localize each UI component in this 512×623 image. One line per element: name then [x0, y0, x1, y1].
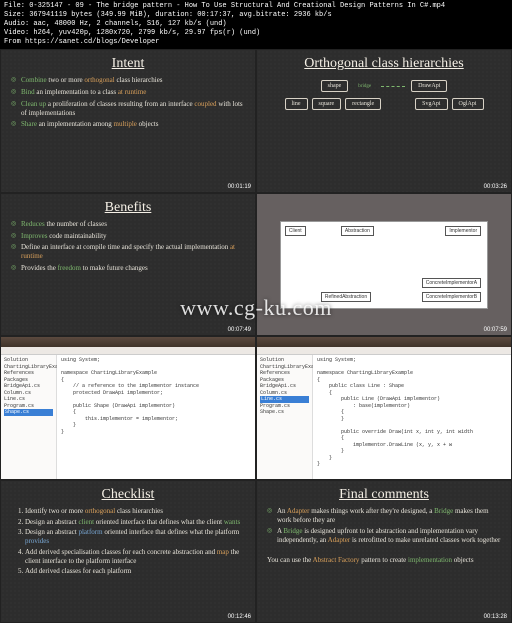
slide-title: Intent	[11, 56, 245, 72]
bullet: Improves code maintainability	[11, 232, 245, 241]
meta-audio: Audio: aac, 48000 Hz, 2 channels, S16, 1…	[4, 20, 508, 29]
slide-ide-shape: Solution ChartingLibraryExam References …	[0, 336, 256, 480]
box-drawapi: DrawApi	[411, 80, 447, 92]
bullet: Clean up a proliferation of classes resu…	[11, 100, 245, 118]
bullet-list: Combine two or more orthogonal class hie…	[11, 76, 245, 129]
bullet: Reduces the number of classes	[11, 220, 245, 229]
ide-titlebar	[1, 337, 255, 347]
timestamp: 00:10:12	[484, 471, 507, 477]
meta-video: Video: h264, yuv420p, 1280x720, 2799 kb/…	[4, 29, 508, 38]
slide-checklist: Checklist Identify two or more orthogona…	[0, 480, 256, 623]
solution-explorer: Solution ChartingLibraryExam References …	[1, 355, 57, 479]
list-item: Identify two or more orthogonal class hi…	[25, 507, 245, 516]
uml-concrete-a: ConcreteImplementorA	[422, 278, 481, 288]
timestamp: 00:03:26	[484, 184, 507, 190]
tree-item[interactable]: Shape.cs	[260, 409, 309, 416]
box-shape: shape	[321, 80, 349, 92]
meta-from: From https://sanet.cd/blogs/Developer	[4, 38, 508, 47]
list-item: Add derived specialisation classes for e…	[25, 548, 245, 566]
slide-title: Final comments	[267, 487, 501, 503]
bullet: Share an implementation among multiple o…	[11, 120, 245, 129]
thumbnail-grid: Intent Combine two or more orthogonal cl…	[0, 49, 512, 623]
box-line: line	[285, 98, 308, 110]
bridge-arrow	[381, 86, 405, 87]
box-svgapi: SvgApi	[415, 98, 447, 110]
list-item: Design an abstract client oriented inter…	[25, 518, 245, 527]
slide-title: Orthogonal class hierarchies	[267, 56, 501, 72]
bullet: A Bridge is designed upfront to let abst…	[267, 527, 501, 545]
slide-intent: Intent Combine two or more orthogonal cl…	[0, 49, 256, 193]
class-diagram: shape bridge DrawApi line square rectang…	[267, 80, 501, 110]
file-metadata: File: 0-325147 - 09 - The bridge pattern…	[0, 0, 512, 49]
tree-item-selected[interactable]: Shape.cs	[4, 409, 53, 416]
bridge-label: bridge	[358, 84, 371, 89]
code-editor[interactable]: using System; namespace ChartingLibraryE…	[57, 355, 255, 479]
bullet-list: Reduces the number of classes Improves c…	[11, 220, 245, 273]
slide-title: Checklist	[11, 487, 245, 503]
uml-client: Client	[285, 226, 306, 236]
timestamp: 00:12:46	[228, 614, 251, 620]
bullet-list: An Adapter makes things work after they'…	[267, 507, 501, 545]
timestamp: 00:13:28	[484, 614, 507, 620]
slide-uml: Client Abstraction Implementor RefinedAb…	[256, 193, 512, 337]
ide-tabbar	[1, 347, 255, 355]
meta-size: Size: 367941119 bytes (349.99 MiB), dura…	[4, 11, 508, 20]
box-rectangle: rectangle	[345, 98, 381, 110]
slide-benefits: Benefits Reduces the number of classes I…	[0, 193, 256, 337]
ordered-list: Identify two or more orthogonal class hi…	[11, 507, 245, 576]
timestamp: 00:07:49	[228, 327, 251, 333]
box-square: square	[312, 98, 342, 110]
slide-ide-line: Solution ChartingLibraryExam References …	[256, 336, 512, 480]
footer-note: You can use the Abstract Factory pattern…	[267, 556, 501, 564]
box-oglapi: OglApi	[452, 98, 484, 110]
uml-implementor: Implementor	[445, 226, 481, 236]
bullet: Define an interface at compile time and …	[11, 243, 245, 261]
slide-orthogonal: Orthogonal class hierarchies shape bridg…	[256, 49, 512, 193]
list-item: Add derived classes for each platform	[25, 567, 245, 576]
slide-title: Benefits	[11, 200, 245, 216]
ide-tabbar	[257, 347, 511, 355]
timestamp: 00:01:19	[228, 184, 251, 190]
uml-concrete-b: ConcreteImplementorB	[422, 292, 481, 302]
timestamp: 00:09:30	[228, 471, 251, 477]
uml-abstraction: Abstraction	[341, 226, 374, 236]
solution-explorer: Solution ChartingLibraryExam References …	[257, 355, 313, 479]
list-item: Design an abstract platform oriented int…	[25, 528, 245, 546]
uml-diagram: Client Abstraction Implementor RefinedAb…	[280, 221, 488, 309]
timestamp: 00:07:59	[484, 327, 507, 333]
uml-refined: RefinedAbstraction	[321, 292, 371, 302]
bullet: Provides the freedom to make future chan…	[11, 264, 245, 273]
code-editor[interactable]: using System; namespace ChartingLibraryE…	[313, 355, 511, 479]
slide-final: Final comments An Adapter makes things w…	[256, 480, 512, 623]
ide-titlebar	[257, 337, 511, 347]
bullet: Combine two or more orthogonal class hie…	[11, 76, 245, 85]
bullet: Bind an implementation to a class at run…	[11, 88, 245, 97]
meta-file: File: 0-325147 - 09 - The bridge pattern…	[4, 2, 508, 11]
bullet: An Adapter makes things work after they'…	[267, 507, 501, 525]
